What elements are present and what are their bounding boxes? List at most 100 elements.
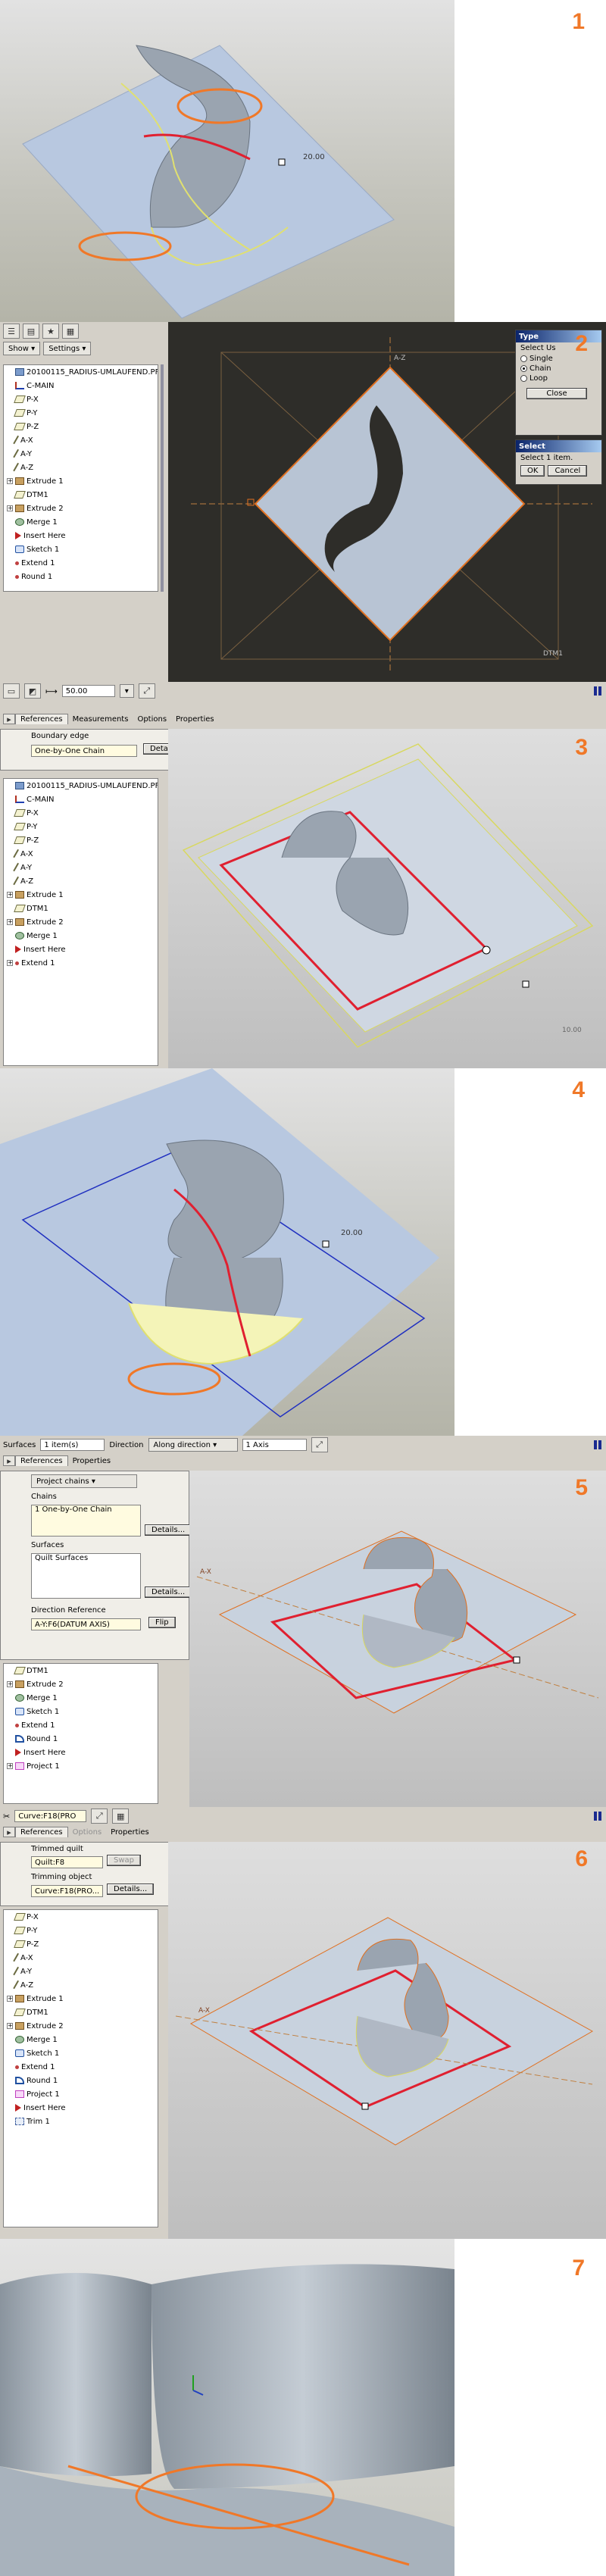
tree-item[interactable]: + Extend 1	[4, 956, 158, 970]
expand-icon[interactable]: +	[7, 892, 13, 898]
tree-item[interactable]: DTM1	[4, 902, 158, 915]
pause-icon[interactable]	[594, 686, 603, 696]
swap-button[interactable]: Swap	[107, 1855, 142, 1866]
pause-icon[interactable]	[594, 1812, 603, 1821]
distance-dropdown[interactable]: ▾	[119, 684, 134, 698]
ok-button[interactable]: OK	[520, 465, 545, 477]
flip-icon[interactable]: ⤢	[138, 683, 155, 699]
tree-item[interactable]: Insert Here	[4, 2101, 158, 2115]
tree-item[interactable]: Extend 1	[4, 1718, 158, 1732]
tree-item[interactable]: Sketch 1	[4, 542, 158, 556]
tree-item[interactable]: P-X	[4, 392, 158, 406]
tab-references[interactable]: References	[15, 714, 68, 724]
tree-item[interactable]: A-X	[4, 433, 158, 447]
tree-item[interactable]: A-Y	[4, 447, 158, 461]
tree-item[interactable]: DTM1	[4, 1664, 158, 1677]
tree-item[interactable]: Insert Here	[4, 943, 158, 956]
ref-icon[interactable]: ▸	[3, 1827, 15, 1837]
direction-ref-field[interactable]: A-Y:F6(DATUM AXIS)	[31, 1618, 141, 1630]
expand-icon[interactable]: +	[7, 505, 13, 511]
tree-item[interactable]: A-X	[4, 847, 158, 861]
tree-item[interactable]: + Project 1	[4, 1759, 158, 1773]
tree-item[interactable]: + Extrude 2	[4, 915, 158, 929]
tree-item[interactable]: DTM1	[4, 2005, 158, 2019]
curve-field[interactable]: Curve:F18(PRO	[14, 1810, 87, 1822]
expand-icon[interactable]: +	[7, 2023, 13, 2029]
tree-item[interactable]: + Extrude 1	[4, 1992, 158, 2005]
tab-references[interactable]: References	[15, 1827, 68, 1837]
viewport-3d[interactable]: 20.00	[0, 1068, 454, 1436]
surfaces-details-button[interactable]: Details...	[145, 1587, 192, 1598]
viewport-3d[interactable]	[0, 2239, 454, 2576]
tree-item[interactable]: P-Z	[4, 1937, 158, 1951]
flip-icon[interactable]: ⤢	[91, 1809, 108, 1824]
tab-references[interactable]: References	[15, 1455, 68, 1466]
flip-button[interactable]: Flip	[148, 1617, 176, 1628]
tree-item[interactable]: P-Z	[4, 833, 158, 847]
direction-dropdown[interactable]: Along direction ▾	[148, 1438, 238, 1452]
chains-list[interactable]: 1 One-by-One Chain	[31, 1505, 141, 1537]
details-button[interactable]: Details...	[107, 1884, 155, 1895]
viewport-3d[interactable]: 10.00	[168, 729, 606, 1068]
trimming-object-field[interactable]: Curve:F18(PRO...	[31, 1885, 103, 1897]
boundary-edge-field[interactable]: One-by-One Chain	[31, 745, 137, 757]
surface-icon[interactable]: ▭	[3, 683, 20, 699]
tree-item[interactable]: + Extrude 2	[4, 2019, 158, 2033]
ref-icon[interactable]: ▸	[3, 1455, 15, 1466]
tab-properties[interactable]: Properties	[68, 1456, 116, 1466]
tree-item[interactable]: C-MAIN	[4, 792, 158, 806]
tree-item[interactable]: Sketch 1	[4, 1705, 158, 1718]
tree-item[interactable]: Extend 1	[4, 556, 158, 570]
tree-item[interactable]: Insert Here	[4, 529, 158, 542]
tree-item[interactable]: Insert Here	[4, 1746, 158, 1759]
viewport-3d[interactable]: A-X	[189, 1471, 606, 1807]
tree-item[interactable]: A-Z	[4, 874, 158, 888]
viewport-3d[interactable]: A-X	[168, 1842, 606, 2239]
tab-measurements[interactable]: Measurements	[68, 714, 133, 724]
tree-item[interactable]: Merge 1	[4, 929, 158, 943]
mirror-icon[interactable]: ◩	[24, 683, 41, 699]
tree-item[interactable]: P-Y	[4, 1924, 158, 1937]
tree-item[interactable]: 20100115_RADIUS-UMLAUFEND.PF	[4, 779, 158, 792]
radio-loop[interactable]: Loop	[516, 374, 601, 383]
tree-item[interactable]: A-X	[4, 1951, 158, 1965]
chains-details-button[interactable]: Details...	[145, 1524, 192, 1536]
close-button[interactable]: Close	[526, 388, 587, 399]
tree-item[interactable]: DTM1	[4, 488, 158, 502]
tree-item[interactable]: P-Y	[4, 406, 158, 420]
tree-item[interactable]: Sketch 1	[4, 2046, 158, 2060]
folder-icon[interactable]: ▤	[23, 324, 39, 339]
tree-item[interactable]: P-X	[4, 806, 158, 820]
surfaces-list[interactable]: Quilt Surfaces	[31, 1553, 141, 1599]
tab-options[interactable]: Options	[133, 714, 171, 724]
tree-item[interactable]: Round 1	[4, 2074, 158, 2087]
tree-item[interactable]: + Extrude 2	[4, 502, 158, 515]
expand-icon[interactable]: +	[7, 919, 13, 925]
tab-options[interactable]: Options	[68, 1827, 107, 1837]
tree-item[interactable]: + Extrude 2	[4, 1677, 158, 1691]
expand-icon[interactable]: +	[7, 1681, 13, 1687]
ref-icon[interactable]: ▸	[3, 714, 15, 724]
tree-item[interactable]: Trim 1	[4, 2115, 158, 2128]
axis-field[interactable]: 1 Axis	[242, 1439, 307, 1451]
show-menu[interactable]: Show ▾	[3, 342, 41, 355]
tree-item[interactable]: A-Y	[4, 1965, 158, 1978]
radio-single[interactable]: Single	[516, 354, 601, 364]
tab-properties[interactable]: Properties	[106, 1827, 154, 1837]
tree-item[interactable]: A-Z	[4, 461, 158, 474]
trimmed-quilt-field[interactable]: Quilt:F8	[31, 1856, 103, 1868]
pause-icon[interactable]	[594, 1440, 603, 1449]
flip-icon[interactable]: ⤢	[311, 1437, 328, 1452]
tree-item[interactable]: P-Y	[4, 820, 158, 833]
distance-field[interactable]: 50.00	[61, 685, 115, 697]
tree-item[interactable]: P-Z	[4, 420, 158, 433]
thicken-icon[interactable]: ▦	[112, 1809, 130, 1824]
cancel-button[interactable]: Cancel	[548, 465, 588, 477]
tab-properties[interactable]: Properties	[171, 714, 219, 724]
star-icon[interactable]: ★	[42, 324, 59, 339]
tree-icon[interactable]: ☰	[3, 324, 20, 339]
expand-icon[interactable]: +	[7, 1763, 13, 1769]
layers-icon[interactable]: ▦	[62, 324, 79, 339]
tree-item[interactable]: + Extrude 1	[4, 474, 158, 488]
tree-item[interactable]: A-Y	[4, 861, 158, 874]
